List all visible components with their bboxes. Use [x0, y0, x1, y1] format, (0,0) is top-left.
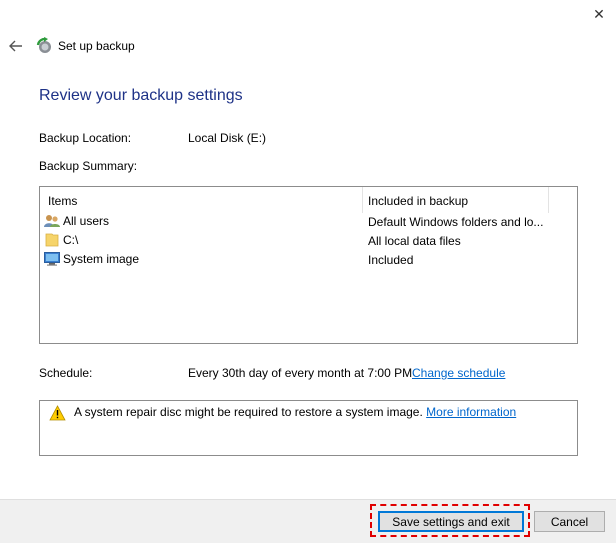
- cancel-button[interactable]: Cancel: [534, 511, 605, 532]
- backup-summary-label: Backup Summary:: [39, 159, 138, 173]
- schedule-label: Schedule:: [39, 366, 93, 380]
- window-title: Set up backup: [58, 39, 135, 53]
- close-icon: ✕: [593, 5, 605, 22]
- row-item-name: C:\: [63, 233, 79, 247]
- back-arrow-icon: [9, 40, 22, 52]
- row-included-value: Included: [368, 253, 414, 267]
- column-divider[interactable]: [548, 187, 549, 213]
- schedule-value: Every 30th day of every month at 7:00 PM: [188, 366, 413, 380]
- column-divider[interactable]: [362, 187, 363, 213]
- column-header-items[interactable]: Items: [48, 194, 77, 208]
- backup-location-label: Backup Location:: [39, 131, 132, 145]
- save-settings-button[interactable]: Save settings and exit: [378, 511, 524, 532]
- backup-location-value: Local Disk (E:): [188, 131, 267, 145]
- users-icon: [44, 215, 60, 227]
- table-row[interactable]: All users Default Windows folders and lo…: [40, 212, 577, 231]
- warning-icon: [49, 405, 66, 421]
- row-item-name: All users: [63, 214, 110, 228]
- more-information-link[interactable]: More information: [426, 405, 516, 419]
- back-button[interactable]: [6, 36, 26, 56]
- page-title: Review your backup settings: [39, 87, 243, 104]
- monitor-icon: [44, 252, 60, 266]
- warning-text: A system repair disc might be required t…: [74, 405, 423, 419]
- column-header-included[interactable]: Included in backup: [368, 194, 468, 208]
- close-button[interactable]: ✕: [586, 2, 612, 26]
- change-schedule-link[interactable]: Change schedule: [412, 366, 505, 380]
- backup-summary-table: Items Included in backup All users Defau…: [39, 186, 578, 344]
- footer-bar: Save settings and exit Cancel: [0, 499, 616, 543]
- folder-icon: [45, 233, 59, 247]
- table-row[interactable]: System image Included: [40, 250, 577, 269]
- row-included-value: Default Windows folders and lo...: [368, 215, 544, 229]
- row-included-value: All local data files: [368, 234, 461, 248]
- row-item-name: System image: [63, 252, 140, 266]
- table-row[interactable]: C:\ All local data files: [40, 231, 577, 250]
- backup-icon: [36, 37, 51, 53]
- warning-panel: A system repair disc might be required t…: [39, 400, 578, 456]
